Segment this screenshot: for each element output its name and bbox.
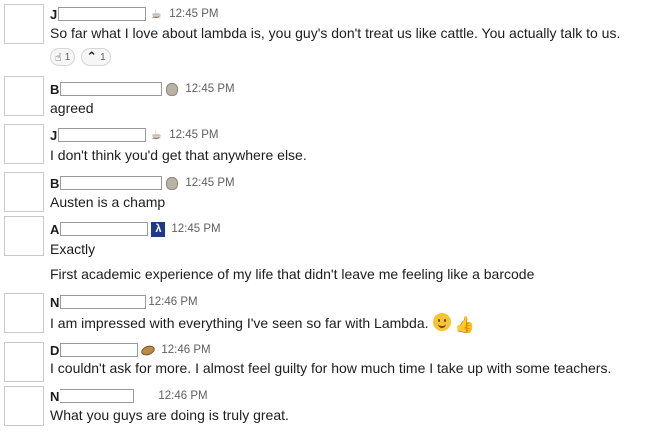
redacted-name bbox=[60, 295, 147, 309]
redacted-name bbox=[60, 222, 149, 236]
message-text-body: I am impressed with everything I've seen… bbox=[50, 315, 429, 331]
avatar[interactable] bbox=[4, 293, 44, 333]
potato-icon bbox=[140, 343, 157, 357]
message-text: I don't think you'd get that anywhere el… bbox=[50, 147, 307, 163]
timestamp[interactable]: 12:45 PM bbox=[171, 223, 220, 235]
owl-icon bbox=[165, 82, 179, 96]
message-text: Austen is a champ bbox=[50, 194, 166, 210]
sender-initial[interactable]: B bbox=[50, 176, 59, 191]
message: N 12:46 PM What you guys are doing is tr… bbox=[0, 384, 658, 430]
redacted-name bbox=[60, 343, 139, 357]
thumbs-up-icon: 👍 bbox=[454, 317, 475, 334]
message: B 12:45 PM Austen is a champ bbox=[0, 170, 658, 214]
timestamp[interactable]: 12:46 PM bbox=[148, 296, 197, 308]
coffee-cup-icon: ☕ bbox=[150, 7, 162, 21]
caret-up-icon: ⌃ bbox=[86, 49, 98, 64]
message-text: agreed bbox=[50, 100, 94, 116]
redacted-name bbox=[60, 82, 163, 96]
slightly-smiling-face-icon bbox=[432, 313, 451, 331]
redacted-name bbox=[58, 128, 147, 142]
avatar[interactable] bbox=[4, 216, 44, 256]
reaction-caret-up[interactable]: ⌃ 1 bbox=[81, 48, 111, 66]
message-header: J ☕ 12:45 PM bbox=[50, 6, 218, 22]
message: B 12:45 PM agreed bbox=[0, 76, 658, 120]
sender-initial[interactable]: J bbox=[50, 128, 57, 143]
sender-initial[interactable]: J bbox=[50, 7, 57, 22]
point-up-icon: ☝ bbox=[55, 51, 62, 64]
message-header: N 12:46 PM bbox=[50, 388, 208, 404]
timestamp[interactable]: 12:45 PM bbox=[185, 177, 234, 189]
sender-initial[interactable]: D bbox=[50, 343, 59, 358]
message-text: So far what I love about lambda is, you … bbox=[50, 25, 621, 41]
reactions: ☝ 1 ⌃ 1 bbox=[50, 48, 111, 66]
message: N 12:46 PM I am impressed with everythin… bbox=[0, 291, 658, 337]
message-text: What you guys are doing is truly great. bbox=[50, 407, 289, 423]
message: D 12:46 PM I couldn't ask for more. I al… bbox=[0, 338, 658, 382]
sender-initial[interactable]: A bbox=[50, 222, 59, 237]
timestamp[interactable]: 12:45 PM bbox=[185, 83, 234, 95]
avatar[interactable] bbox=[4, 342, 44, 382]
redacted-name bbox=[60, 389, 135, 403]
message-text: I couldn't ask for more. I almost feel g… bbox=[50, 360, 612, 376]
message-header: B 12:45 PM bbox=[50, 175, 235, 191]
message-header: D 12:46 PM bbox=[50, 342, 211, 358]
reaction-point-up[interactable]: ☝ 1 bbox=[50, 48, 76, 66]
avatar[interactable] bbox=[4, 124, 44, 164]
timestamp[interactable]: 12:45 PM bbox=[169, 8, 218, 20]
avatar[interactable] bbox=[4, 172, 44, 212]
coffee-cup-icon: ☕ bbox=[150, 128, 162, 142]
message-text: First academic experience of my life tha… bbox=[50, 266, 535, 282]
reaction-count: 1 bbox=[64, 51, 71, 63]
message: J ☕ 12:45 PM I don't think you'd get tha… bbox=[0, 124, 658, 168]
redacted-name bbox=[60, 176, 163, 190]
sender-initial[interactable]: N bbox=[50, 295, 59, 310]
message-header: A λ 12:45 PM bbox=[50, 221, 221, 237]
sender-initial[interactable]: B bbox=[50, 82, 59, 97]
message: J ☕ 12:45 PM So far what I love about la… bbox=[0, 0, 658, 70]
message-text: I am impressed with everything I've seen… bbox=[50, 313, 474, 335]
avatar[interactable] bbox=[4, 76, 44, 116]
message-text: Exactly bbox=[50, 241, 96, 257]
sender-initial[interactable]: N bbox=[50, 389, 59, 404]
owl-icon bbox=[165, 176, 179, 190]
message: A λ 12:45 PM Exactly First academic expe… bbox=[0, 216, 658, 286]
lambda-school-icon: λ bbox=[151, 221, 166, 237]
reaction-count: 1 bbox=[100, 51, 106, 63]
redacted-name bbox=[58, 7, 147, 21]
message-header: J ☕ 12:45 PM bbox=[50, 127, 218, 143]
timestamp[interactable]: 12:45 PM bbox=[169, 129, 218, 141]
message-header: B 12:45 PM bbox=[50, 81, 235, 97]
message-header: N 12:46 PM bbox=[50, 294, 198, 310]
avatar[interactable] bbox=[4, 4, 44, 44]
timestamp[interactable]: 12:46 PM bbox=[158, 390, 207, 402]
avatar[interactable] bbox=[4, 386, 44, 426]
timestamp[interactable]: 12:46 PM bbox=[161, 344, 210, 356]
